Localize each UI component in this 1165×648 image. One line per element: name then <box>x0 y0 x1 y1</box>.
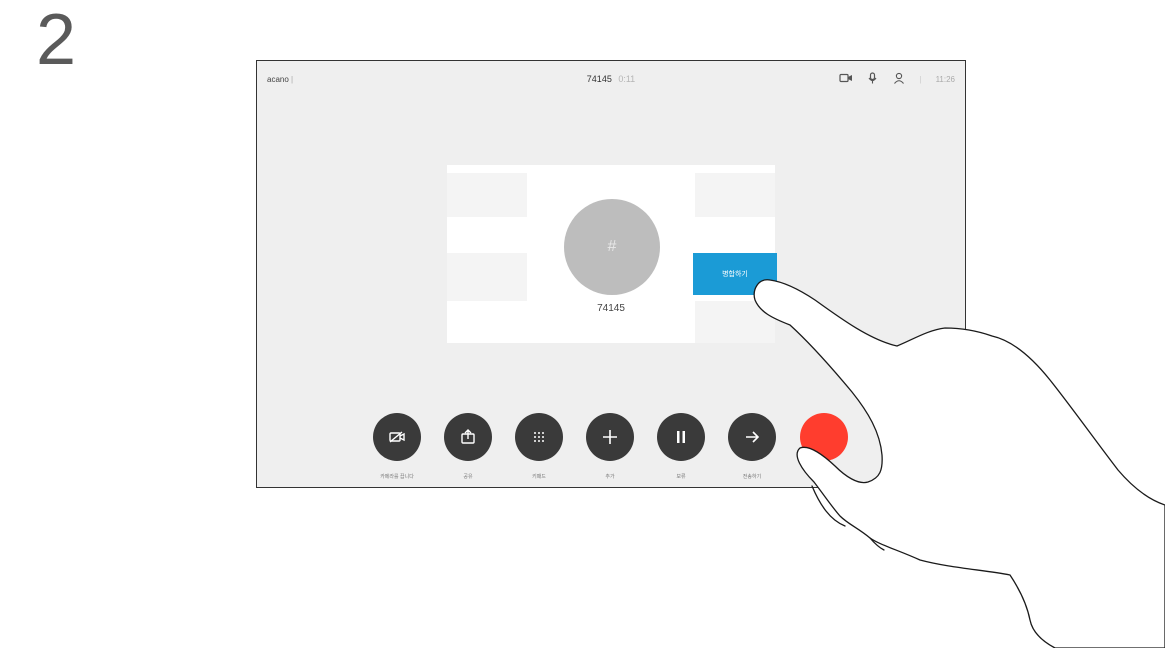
add-icon <box>603 430 617 444</box>
status-separator: | <box>919 74 922 84</box>
hold-label: 보류 <box>676 474 686 480</box>
status-icons: | 11:26 <box>839 72 955 86</box>
share-button[interactable] <box>444 413 492 461</box>
transfer-icon <box>746 431 760 443</box>
camera-off-button[interactable] <box>373 413 421 461</box>
participant-number: 74145 <box>597 303 625 314</box>
step-number: 2 <box>36 0 77 80</box>
add-button[interactable] <box>586 413 634 461</box>
end-call-button[interactable] <box>800 413 848 461</box>
hash-icon: # <box>607 238 617 255</box>
call-number: 74145 <box>586 74 612 84</box>
share-label: 공유 <box>463 474 473 480</box>
microphone-icon[interactable] <box>867 72 879 86</box>
hold-button[interactable] <box>657 413 705 461</box>
clock: 11:26 <box>935 74 955 84</box>
pause-icon <box>677 431 685 443</box>
participants-icon[interactable] <box>893 72 905 86</box>
transfer-button[interactable] <box>728 413 776 461</box>
call-timer: 0:11 <box>618 74 636 84</box>
top-bar: acano | 74145 0:11 | 11:26 <box>257 61 965 99</box>
touch-screen: acano | 74145 0:11 | 11:26 # 74145 병합하기 … <box>256 60 966 488</box>
add-label: 추가 <box>605 474 615 480</box>
share-icon <box>461 429 475 444</box>
panel-placeholder <box>447 173 527 217</box>
participant-avatar: # <box>564 199 660 295</box>
camera-off-icon <box>389 431 405 443</box>
merge-button[interactable]: 병합하기 <box>693 253 777 295</box>
call-panel: # 74145 병합하기 <box>447 165 777 343</box>
keypad-icon <box>534 432 544 442</box>
camera-icon[interactable] <box>839 73 853 85</box>
keypad-button[interactable] <box>515 413 563 461</box>
transfer-label: 전송하기 <box>742 474 762 480</box>
keypad-label: 키패드 <box>532 474 546 480</box>
camera-off-label: 카메라를 끕니다 <box>380 474 414 480</box>
panel-placeholder <box>695 173 775 217</box>
panel-placeholder <box>447 253 527 301</box>
